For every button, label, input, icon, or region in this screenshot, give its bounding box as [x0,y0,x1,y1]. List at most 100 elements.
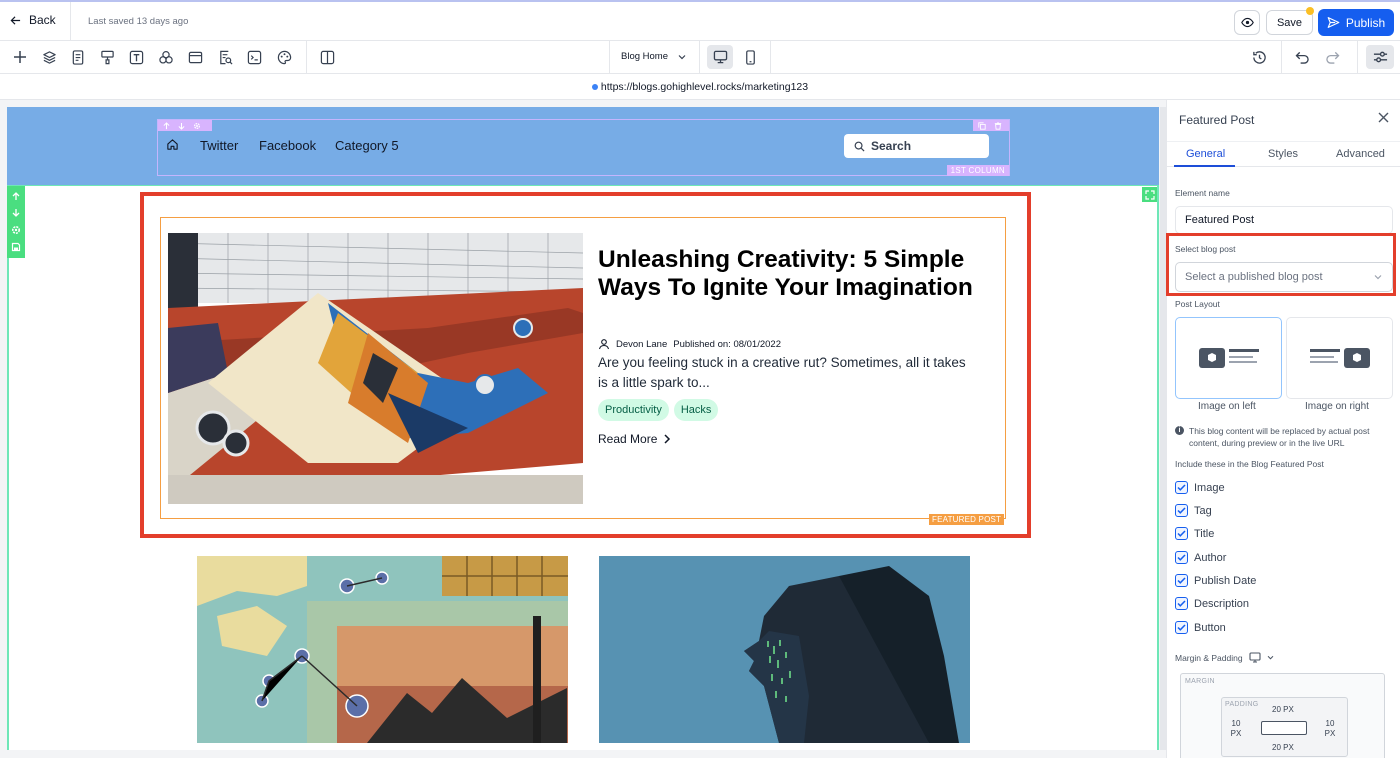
arrow-down-icon[interactable] [12,208,20,218]
element-name-value: Featured Post [1185,214,1255,226]
mobile-view-button[interactable] [737,45,763,69]
element-name-label: Element name [1175,188,1230,198]
page-url[interactable]: https://blogs.gohighlevel.rocks/marketin… [601,81,808,93]
back-button[interactable]: Back [10,13,56,27]
include-publish-date-checkbox[interactable]: Publish Date [1175,574,1256,587]
featured-post-meta: Devon Lane Published on: 08/01/2022 [598,338,781,350]
include-image-checkbox[interactable]: Image [1175,481,1225,494]
text-icon[interactable] [127,48,145,66]
arrow-down-icon[interactable] [178,122,185,130]
columns-icon[interactable] [318,48,336,66]
padding-left-value[interactable]: 10 PX [1226,719,1246,739]
checkbox-checked-icon [1175,481,1188,494]
checkbox-checked-icon [1175,597,1188,610]
checkbox-checked-icon [1175,504,1188,517]
column-tag: 1ST COLUMN [946,165,1009,176]
arrow-left-icon [10,15,21,25]
include-author-label: Author [1194,551,1227,564]
include-description-checkbox[interactable]: Description [1175,597,1249,610]
info-text: This blog content will be replaced by ac… [1189,426,1370,448]
code-icon[interactable] [245,48,263,66]
margin-label: MARGIN [1185,678,1215,685]
element-name-field[interactable]: Featured Post [1175,206,1393,234]
gear-icon[interactable] [11,225,21,235]
desktop-view-button[interactable] [707,45,733,69]
nav-item-facebook[interactable]: Facebook [259,138,316,153]
tag-chip[interactable]: Productivity [598,399,669,421]
include-button-checkbox[interactable]: Button [1175,621,1226,634]
gear-icon[interactable] [193,122,201,130]
divider [1357,41,1358,73]
preview-button[interactable] [1234,10,1260,35]
include-author-checkbox[interactable]: Author [1175,551,1226,564]
layout-image-right-label: Image on right [1305,401,1369,412]
settings-toggle-button[interactable] [1366,45,1394,69]
layers-icon[interactable] [40,48,58,66]
nav-item-category-5[interactable]: Category 5 [335,138,399,153]
post-card-image[interactable] [599,556,970,743]
url-bar: https://blogs.gohighlevel.rocks/marketin… [0,74,1400,100]
post-layout-label: Post Layout [1175,299,1220,309]
row-controls[interactable] [7,186,25,258]
chevron-down-icon [1267,655,1273,660]
copy-icon[interactable] [978,121,986,130]
divider [609,41,610,73]
pages-icon[interactable] [69,48,87,66]
nav-section[interactable]: 1ST COLUMN Twitter Facebook Category 5 S… [7,107,1159,185]
section-icon[interactable] [186,48,204,66]
featured-post-title[interactable]: Unleashing Creativity: 5 Simple Ways To … [598,246,993,301]
highlight-select-post [1166,233,1396,296]
editor-toolbar: Blog Home [0,41,1400,74]
redo-icon[interactable] [1323,48,1341,66]
search-page-icon[interactable] [216,48,234,66]
tab-styles[interactable]: Styles [1268,148,1298,160]
padding-editor[interactable]: PADDING 20 PX 10 PX 10 PX 20 PX [1221,697,1348,757]
layout-image-right[interactable] [1286,317,1393,399]
save-icon[interactable] [11,242,21,252]
margin-padding-header[interactable]: Margin & Padding [1175,652,1274,663]
panel-tabs: General Styles Advanced [1167,141,1400,167]
author-name: Devon Lane [616,338,668,350]
featured-post-image[interactable] [168,233,583,504]
layout-image-left-label: Image on left [1198,401,1256,412]
expand-icon[interactable] [1142,187,1157,202]
nav-item-twitter[interactable]: Twitter [200,138,238,153]
trash-icon[interactable] [994,121,1002,130]
theme-icon[interactable] [275,48,293,66]
save-button[interactable]: Save [1266,10,1313,35]
include-title-checkbox[interactable]: Title [1175,527,1214,540]
include-tag-checkbox[interactable]: Tag [1175,504,1212,517]
read-more-link[interactable]: Read More [598,432,671,446]
add-icon[interactable] [11,48,29,66]
top-bar: Back Last saved 13 days ago Save Publish [0,0,1400,42]
close-icon[interactable] [1378,112,1389,123]
blog-search[interactable]: Search [844,134,989,158]
editor-canvas: 1ST COLUMN Twitter Facebook Category 5 S… [7,107,1159,750]
arrow-up-icon[interactable] [163,121,170,130]
info-icon: i [1175,426,1184,435]
margin-editor[interactable]: MARGIN PADDING 20 PX 10 PX 10 PX 20 PX [1180,673,1385,758]
layout-image-left[interactable] [1175,317,1282,399]
info-note: i This blog content will be replaced by … [1175,425,1397,449]
column-controls[interactable] [158,120,212,131]
padding-top-value[interactable]: 20 PX [1272,705,1294,715]
history-icon[interactable] [1250,48,1268,66]
post-card-image[interactable] [197,556,568,743]
arrow-up-icon[interactable] [12,191,20,201]
padding-bottom-value[interactable]: 20 PX [1272,743,1294,753]
tab-advanced[interactable]: Advanced [1336,148,1385,160]
read-more-label: Read More [598,432,658,446]
page-select[interactable]: Blog Home [621,51,686,62]
column-actions[interactable] [973,120,1009,131]
featured-post-description: Are you feeling stuck in a creative rut?… [598,355,966,390]
paint-icon[interactable] [98,48,116,66]
publish-button[interactable]: Publish [1318,9,1394,36]
content-box [1261,721,1307,735]
tag-chip[interactable]: Hacks [673,399,719,421]
padding-right-value[interactable]: 10 PX [1320,719,1340,739]
tab-general[interactable]: General [1186,148,1225,160]
undo-icon[interactable] [1293,48,1311,66]
home-icon[interactable] [166,138,179,151]
elements-icon[interactable] [157,48,175,66]
publish-date: Published on: 08/01/2022 [673,338,781,350]
